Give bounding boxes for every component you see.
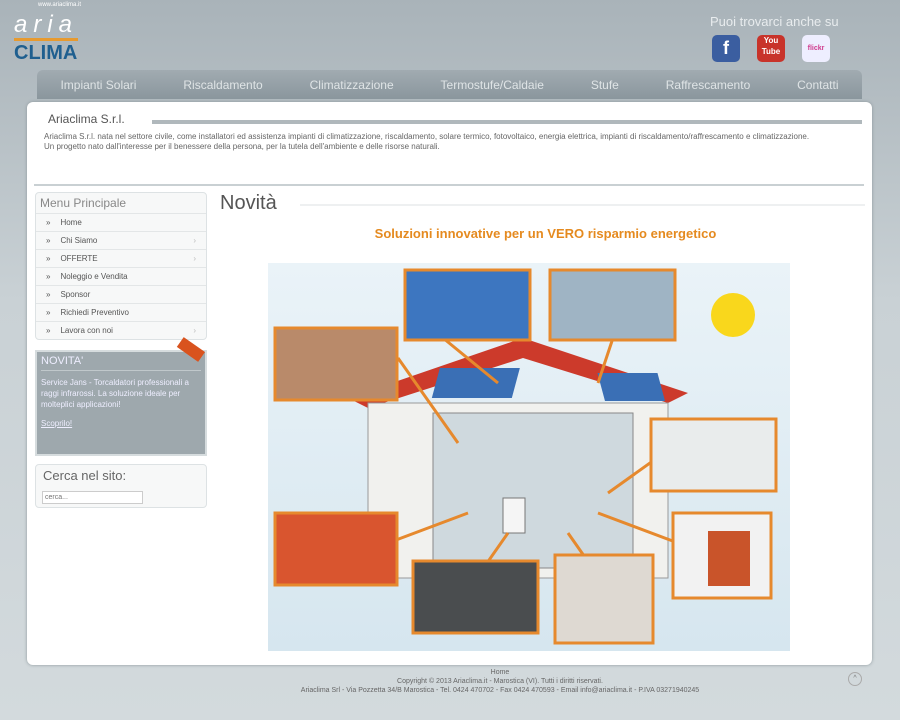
intro-section: Ariaclima S.r.l. Ariaclima S.r.l. nata n… xyxy=(34,108,864,186)
nav-stufe[interactable]: Stufe xyxy=(591,78,619,92)
page-url: www.ariaclima.it xyxy=(38,2,82,8)
novita-link[interactable]: Scoprilo! xyxy=(41,418,201,429)
logo[interactable]: aria CLIMA xyxy=(14,11,79,64)
nav-climatizzazione[interactable]: Climatizzazione xyxy=(310,78,394,92)
sidebar: Menu Principale » Home » Chi Siamo › » OFFER… xyxy=(35,192,207,508)
menu-label: Lavora con noi xyxy=(60,326,113,335)
footer-home-link[interactable]: Home xyxy=(150,668,850,677)
flickr-icon[interactable]: flickr xyxy=(802,35,830,62)
house-illustration xyxy=(273,268,778,645)
logo-clima: CLIMA xyxy=(14,42,78,64)
main-menu: Menu Principale » Home » Chi Siamo › » OFFER… xyxy=(35,192,207,340)
novita-text: Service Jans - Torcaldatori professional… xyxy=(41,378,189,409)
menu-item-lavora[interactable]: » Lavora con noi › xyxy=(36,321,206,339)
novita-title: NOVITA' xyxy=(41,356,201,371)
intro-text: Ariaclima S.r.l. nata nel settore civile… xyxy=(44,132,854,152)
search-box: Cerca nel sito: xyxy=(35,464,207,508)
facebook-icon[interactable]: f xyxy=(712,35,740,62)
search-title: Cerca nel sito: xyxy=(43,468,127,483)
novita-box: NOVITA' Service Jans - Torcaldatori prof… xyxy=(35,337,207,456)
menu-title: Menu Principale xyxy=(40,196,127,210)
nav-riscaldamento[interactable]: Riscaldamento xyxy=(183,78,262,92)
search-input[interactable] xyxy=(42,491,143,504)
menu-item-chi-siamo[interactable]: » Chi Siamo › xyxy=(36,231,206,249)
nav-raffrescamento[interactable]: Raffrescamento xyxy=(666,78,751,92)
page-title: Novità xyxy=(220,192,277,214)
footer-contacts: Ariaclima Srl - Via Pozzetta 34/B Marost… xyxy=(300,687,700,694)
social-label: Puoi trovarci anche su xyxy=(710,14,839,29)
intro-text-1: Ariaclima S.r.l. nata nel settore civile… xyxy=(44,132,810,141)
intro-text-2: Un progetto nato dall'interesse per il b… xyxy=(44,142,440,151)
divider xyxy=(152,120,862,124)
menu-item-offerte[interactable]: » OFFERTE › xyxy=(36,249,206,267)
footer-copyright: Copyright © 2013 Ariaclima.it - Marostic… xyxy=(397,678,603,685)
menu-label: Sponsor xyxy=(60,290,91,299)
nav-contatti[interactable]: Contatti xyxy=(797,78,838,92)
menu-label: OFFERTE xyxy=(60,254,98,263)
menu-label: Richiedi Preventivo xyxy=(60,308,129,317)
back-to-top-button[interactable]: ^ xyxy=(848,672,862,686)
intro-title: Ariaclima S.r.l. xyxy=(48,112,125,126)
menu-item-noleggio[interactable]: » Noleggio e Vendita xyxy=(36,267,206,285)
main-nav: Impianti Solari Riscaldamento Climatizza… xyxy=(37,70,862,99)
logo-aria: aria xyxy=(14,11,79,38)
menu-label: Noleggio e Vendita xyxy=(60,272,128,281)
menu-item-sponsor[interactable]: » Sponsor xyxy=(36,285,206,303)
title-divider xyxy=(300,204,865,206)
menu-label: Chi Siamo xyxy=(60,236,98,245)
menu-label: Home xyxy=(60,218,82,227)
nav-impianti-solari[interactable]: Impianti Solari xyxy=(60,78,136,92)
menu-item-home[interactable]: » Home xyxy=(36,213,206,231)
subtitle: Soluzioni innovative per un VERO risparm… xyxy=(374,226,717,241)
youtube-icon[interactable]: You Tube xyxy=(757,35,785,62)
footer: Home Copyright © 2013 Ariaclima.it - Mar… xyxy=(150,668,850,695)
logo-bar xyxy=(14,38,78,41)
energy-house-illustration xyxy=(268,263,790,651)
nav-termostufe[interactable]: Termostufe/Caldaie xyxy=(441,78,544,92)
menu-item-preventivo[interactable]: » Richiedi Preventivo xyxy=(36,303,206,321)
